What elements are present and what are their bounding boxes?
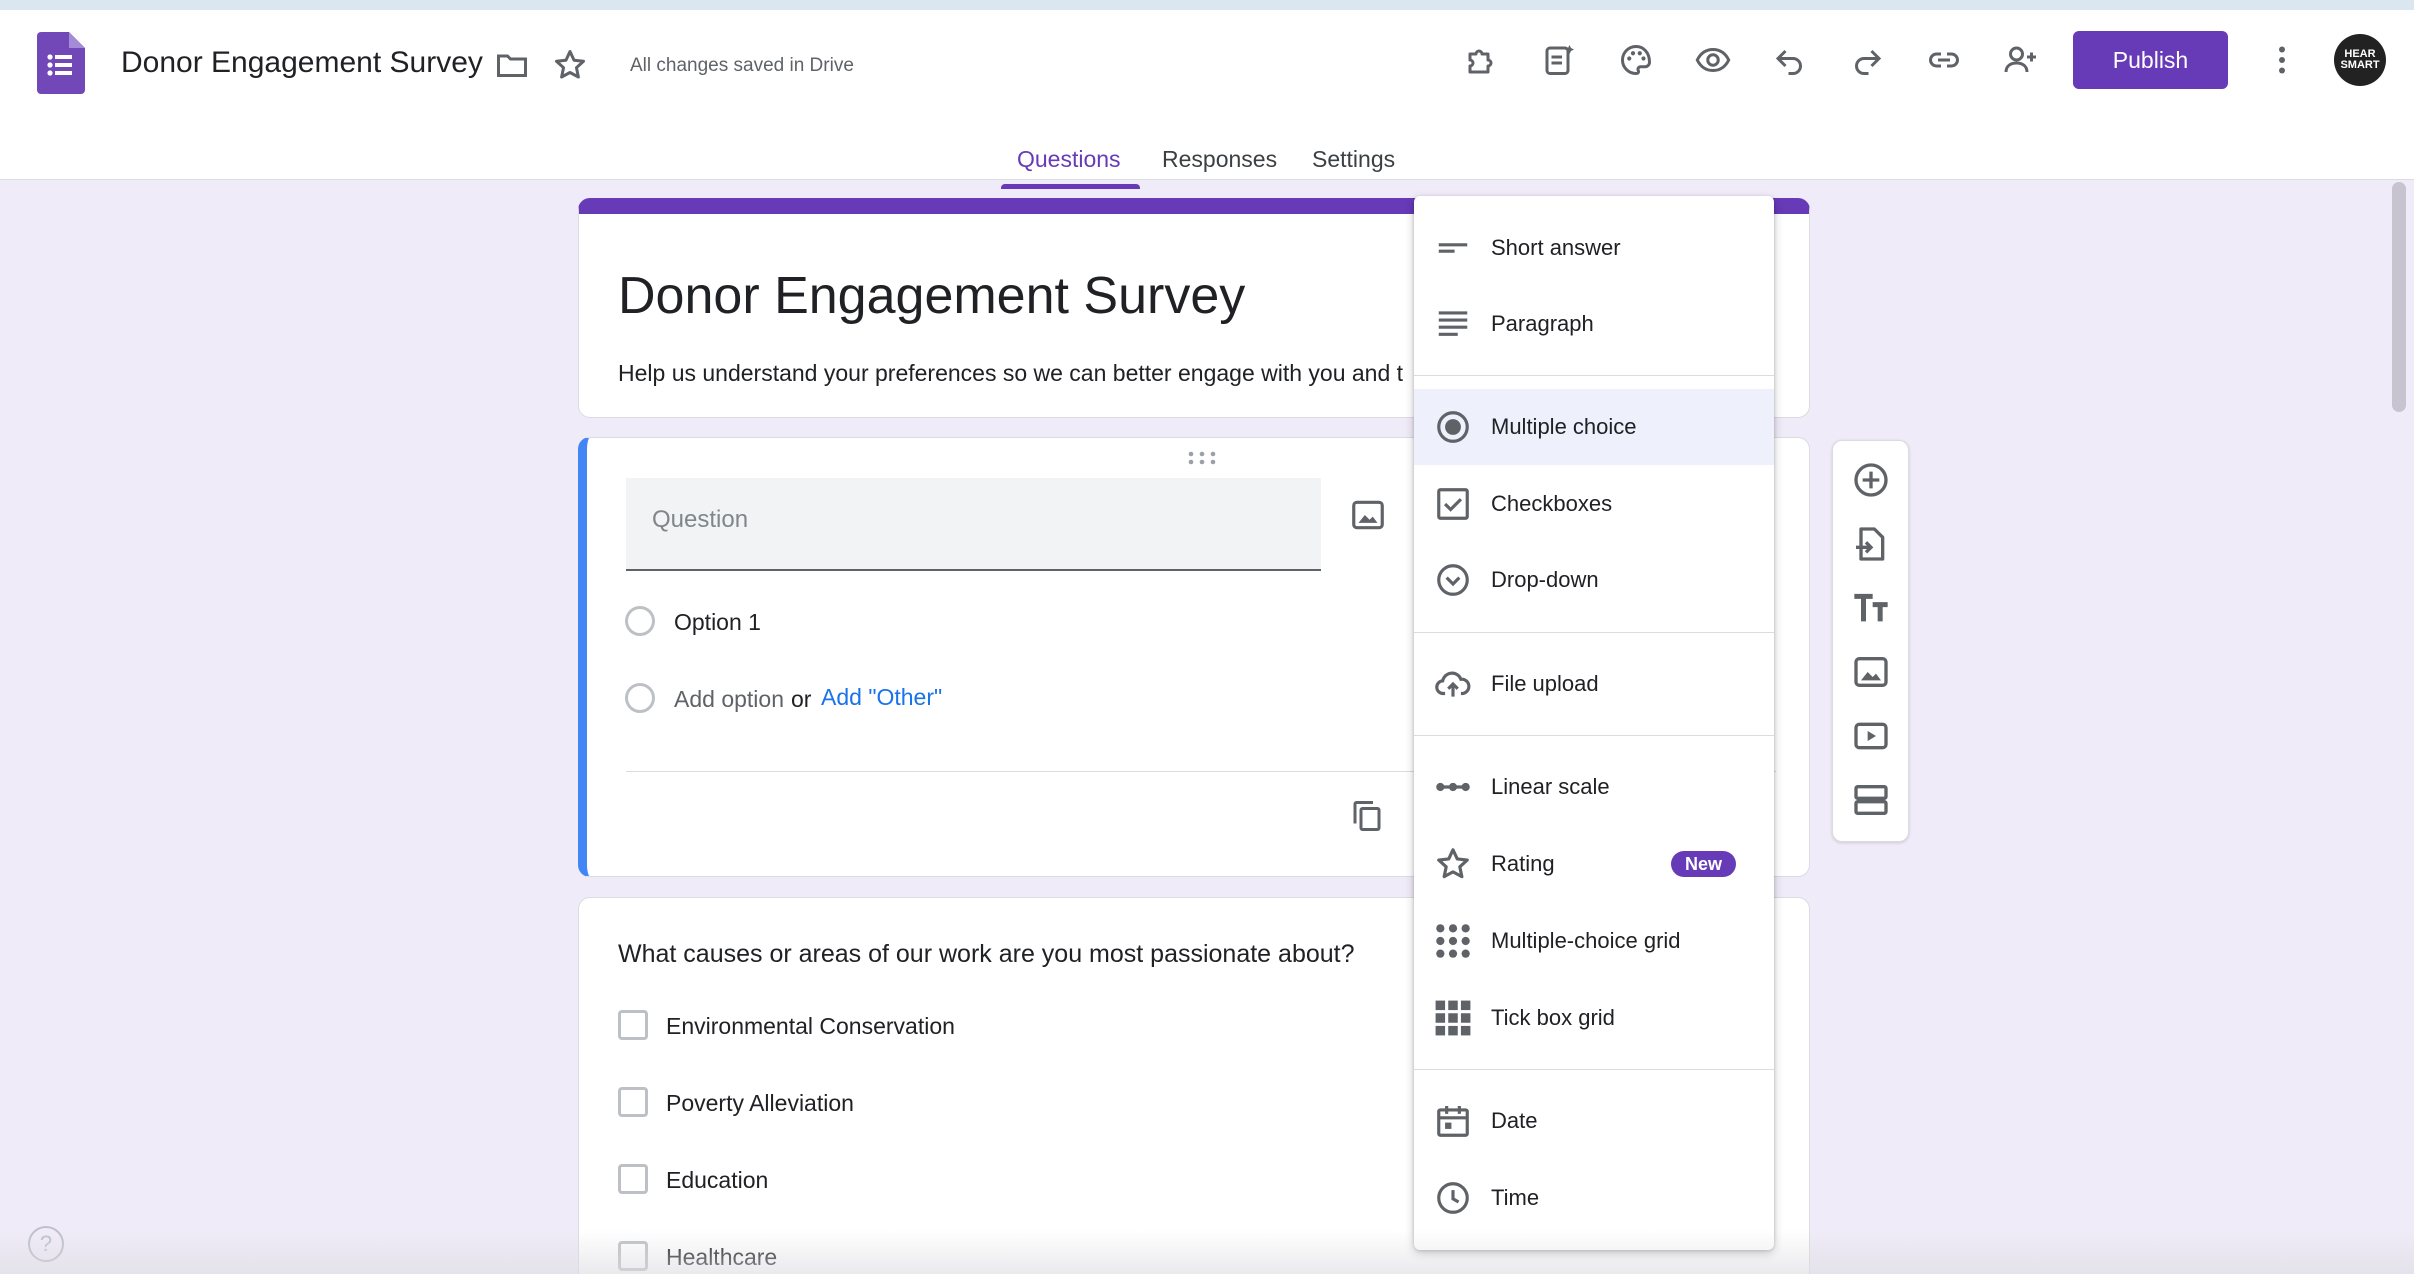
question-title: What causes or areas of our work are you… <box>618 940 1355 968</box>
add-section-icon[interactable] <box>1851 780 1891 820</box>
question-title-input[interactable]: Question <box>626 478 1321 571</box>
menu-item-date[interactable]: Date <box>1414 1083 1774 1159</box>
redo-icon[interactable] <box>1843 36 1891 84</box>
menu-item-time[interactable]: Time <box>1414 1160 1774 1236</box>
menu-item-multiple-choice[interactable]: Multiple choice <box>1414 389 1774 465</box>
add-title-icon[interactable] <box>1851 588 1891 628</box>
preview-eye-icon[interactable] <box>1689 36 1737 84</box>
option-1-input[interactable]: Option 1 <box>674 609 761 636</box>
menu-item-short-answer[interactable]: Short answer <box>1414 210 1774 286</box>
checkbox-icon <box>1437 488 1469 520</box>
form-title[interactable]: Donor Engagement Survey <box>618 266 1245 326</box>
checkbox-option-label: Education <box>666 1167 769 1193</box>
checkbox-option-label: Environmental Conservation <box>666 1013 955 1039</box>
add-image-icon[interactable] <box>1851 652 1891 692</box>
clock-icon <box>1437 1182 1469 1214</box>
form-tabs: Questions Responses Settings <box>0 136 2414 190</box>
account-avatar[interactable]: HEAR SMART <box>2334 34 2386 86</box>
menu-item-rating[interactable]: Rating New <box>1414 826 1774 902</box>
link-icon[interactable] <box>1920 36 1968 84</box>
menu-item-label: Date <box>1491 1108 1538 1133</box>
menu-item-label: Checkboxes <box>1491 491 1613 516</box>
browser-top-strip <box>0 0 2414 10</box>
checkbox <box>618 1241 648 1271</box>
addon-puzzle-icon[interactable] <box>1458 36 1506 84</box>
short-answer-icon <box>1438 243 1468 253</box>
menu-item-label: Short answer <box>1491 235 1621 260</box>
dropdown-icon <box>1437 564 1469 596</box>
drag-handle-icon[interactable] <box>1187 450 1217 466</box>
menu-item-label: Tick box grid <box>1491 1005 1615 1030</box>
radio-icon <box>1437 411 1469 443</box>
forms-logo-icon[interactable] <box>37 32 85 94</box>
menu-divider <box>1414 1069 1774 1070</box>
menu-item-label: Linear scale <box>1491 774 1610 799</box>
menu-item-label: Time <box>1491 1185 1540 1210</box>
checkbox <box>618 1164 648 1194</box>
menu-item-multiple-choice-grid[interactable]: Multiple-choice grid <box>1414 903 1774 979</box>
menu-divider <box>1414 735 1774 736</box>
menu-item-drop-down[interactable]: Drop-down <box>1414 542 1774 618</box>
menu-divider <box>1414 632 1774 633</box>
star-icon[interactable] <box>546 41 594 89</box>
undo-icon[interactable] <box>1766 36 1814 84</box>
menu-divider <box>1414 375 1774 376</box>
menu-item-file-upload[interactable]: File upload <box>1414 646 1774 722</box>
star-outline-icon <box>1437 848 1469 879</box>
folder-icon[interactable] <box>488 41 536 89</box>
app-header: Donor Engagement Survey All changes save… <box>0 10 2414 189</box>
menu-item-label: Multiple-choice grid <box>1491 928 1681 953</box>
menu-item-linear-scale[interactable]: Linear scale <box>1414 749 1774 825</box>
menu-item-paragraph[interactable]: Paragraph <box>1414 286 1774 362</box>
add-question-icon[interactable] <box>1851 460 1891 500</box>
document-title[interactable]: Donor Engagement Survey <box>121 46 483 80</box>
new-badge: New <box>1671 851 1737 877</box>
add-option-radio <box>625 683 655 713</box>
import-questions-icon[interactable] <box>1851 524 1891 564</box>
linear-scale-icon <box>1436 782 1470 792</box>
add-collaborator-icon[interactable] <box>1997 36 2045 84</box>
calendar-icon <box>1437 1105 1469 1137</box>
checkbox <box>618 1010 648 1040</box>
option-radio <box>625 606 655 636</box>
paragraph-icon <box>1438 311 1468 336</box>
menu-item-label: Drop-down <box>1491 567 1599 592</box>
menu-item-label: Multiple choice <box>1491 414 1637 439</box>
add-video-icon[interactable] <box>1851 716 1891 756</box>
question-type-menu: Short answer Paragraph Multiple choice C… <box>1414 196 1774 1250</box>
checkbox-option-label: Healthcare <box>666 1244 778 1270</box>
page-scrollbar[interactable] <box>2392 182 2406 412</box>
checkbox-option-label: Poverty Alleviation <box>666 1090 854 1116</box>
duplicate-icon[interactable] <box>1349 798 1385 834</box>
menu-item-checkboxes[interactable]: Checkboxes <box>1414 466 1774 542</box>
menu-item-tick-box-grid[interactable]: Tick box grid <box>1414 980 1774 1056</box>
add-other-button[interactable]: Add "Other" <box>821 684 942 711</box>
checkbox <box>618 1087 648 1117</box>
menu-item-label: Rating <box>1491 851 1555 876</box>
ai-form-icon[interactable] <box>1535 36 1583 84</box>
or-label: or <box>791 686 812 712</box>
more-vert-icon[interactable] <box>2258 36 2306 84</box>
menu-item-label: File upload <box>1491 671 1599 696</box>
save-status: All changes saved in Drive <box>630 55 854 76</box>
active-tab-indicator <box>1001 184 1140 189</box>
dots-grid-icon <box>1436 924 1470 958</box>
tick-grid-icon <box>1435 1000 1471 1036</box>
palette-icon[interactable] <box>1612 36 1660 84</box>
tab-responses[interactable]: Responses <box>1162 146 1277 173</box>
form-description[interactable]: Help us understand your preferences so w… <box>618 360 1403 387</box>
menu-item-label: Paragraph <box>1491 311 1594 336</box>
help-icon[interactable]: ? <box>28 1226 64 1262</box>
publish-button[interactable]: Publish <box>2073 31 2228 89</box>
cloud-upload-icon <box>1435 671 1471 697</box>
tab-settings[interactable]: Settings <box>1312 146 1395 173</box>
add-option-button[interactable]: Add option <box>674 686 784 713</box>
tab-questions[interactable]: Questions <box>1017 146 1121 173</box>
add-image-icon[interactable] <box>1349 496 1387 534</box>
floating-toolbar <box>1832 440 1909 842</box>
